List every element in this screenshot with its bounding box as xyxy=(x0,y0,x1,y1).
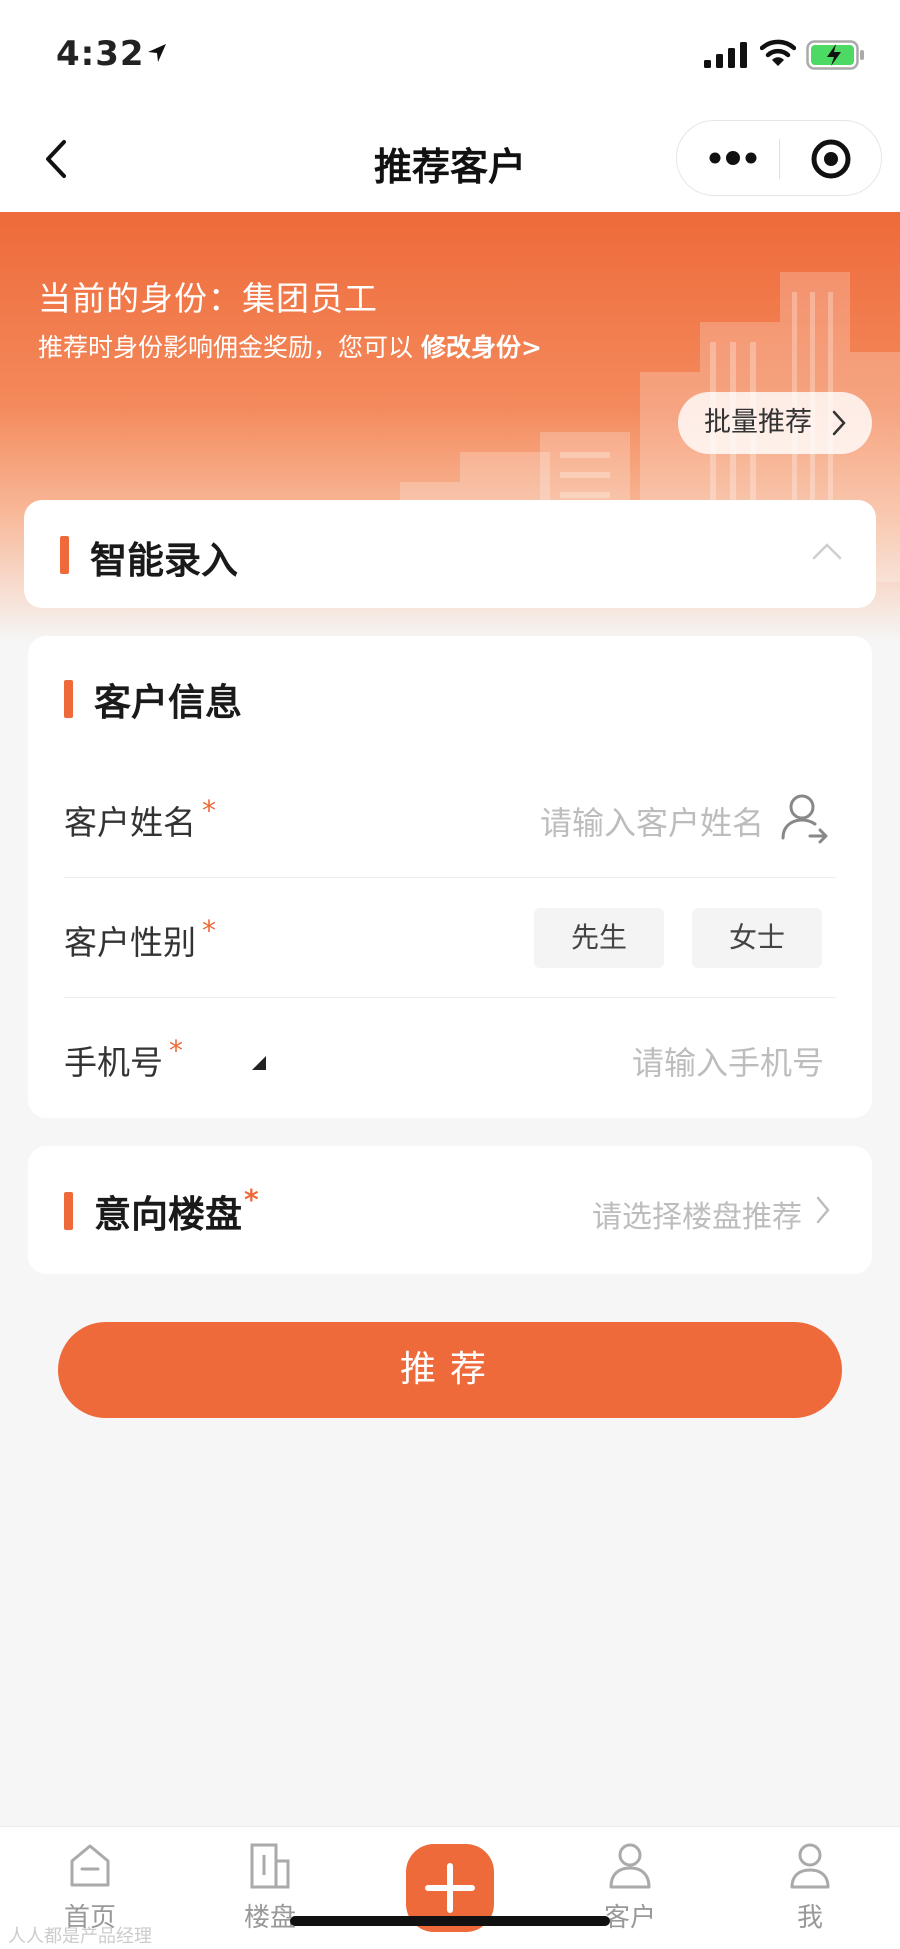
required-mark: * xyxy=(202,914,216,947)
wifi-icon xyxy=(760,39,796,66)
smart-entry-card[interactable]: 智能录入 xyxy=(24,500,876,608)
chevron-right-icon xyxy=(832,410,846,436)
required-mark: * xyxy=(244,1183,259,1216)
status-time: 4:32 xyxy=(56,34,145,74)
page: 4:32 推荐客户 当前的身份：集团员工 推荐时身份影响佣金奖励，您可以 修改身… xyxy=(0,0,900,1949)
customer-info-title: 客户信息 xyxy=(94,681,242,724)
customer-name-label-text: 客户姓名 xyxy=(64,803,196,842)
project-select[interactable]: 请选择楼盘推荐 xyxy=(592,1192,802,1236)
phone-label: 手机号 * xyxy=(64,1034,183,1084)
tab-customers[interactable]: 客户 xyxy=(570,1841,690,1941)
identity-hint-text: 推荐时身份影响佣金奖励，您可以 xyxy=(38,333,414,362)
intended-project-card[interactable]: 意向楼盘* 请选择楼盘推荐 xyxy=(28,1146,872,1274)
recommend-submit-button[interactable]: 推荐 xyxy=(58,1322,842,1418)
location-arrow-icon xyxy=(148,44,166,62)
edit-identity-link[interactable]: 修改身份> xyxy=(421,333,542,362)
batch-recommend-button[interactable]: 批量推荐 xyxy=(678,392,872,454)
gender-option-mr[interactable]: 先生 xyxy=(534,908,664,968)
section-accent-bar xyxy=(60,536,69,574)
tab-me-label: 我 xyxy=(796,1903,823,1933)
tab-me[interactable]: 我 xyxy=(750,1841,870,1941)
contact-picker-icon[interactable] xyxy=(780,792,830,844)
chevron-right-icon xyxy=(816,1196,830,1224)
gender-option-ms[interactable]: 女士 xyxy=(692,908,822,968)
cellular-signal-icon xyxy=(704,42,747,68)
home-indicator xyxy=(290,1916,610,1926)
identity-hint: 推荐时身份影响佣金奖励，您可以 修改身份> xyxy=(38,328,542,364)
profile-icon xyxy=(790,1843,830,1889)
current-identity: 当前的身份：集团员工 xyxy=(38,279,378,318)
customer-gender-row: 客户性别 * 先生 女士 xyxy=(64,878,836,998)
status-bar: 4:32 xyxy=(0,0,900,110)
required-mark: * xyxy=(202,794,216,827)
phone-label-text: 手机号 xyxy=(64,1043,163,1082)
required-mark: * xyxy=(169,1034,183,1067)
nav-bar: 推荐客户 xyxy=(0,110,900,212)
section-accent-bar xyxy=(64,680,73,718)
capsule-divider xyxy=(779,139,780,179)
phone-input[interactable]: 请输入手机号 xyxy=(632,1038,824,1084)
chevron-up-icon[interactable] xyxy=(812,542,842,560)
watermark: 人人都是产品经理 xyxy=(8,1926,152,1947)
intended-project-title: 意向楼盘* xyxy=(94,1183,259,1238)
customer-name-label: 客户姓名 * xyxy=(64,794,216,844)
customer-icon xyxy=(609,1843,651,1889)
more-dots-icon[interactable] xyxy=(707,141,759,175)
tab-properties[interactable]: 楼盘 xyxy=(210,1841,330,1941)
building-icon xyxy=(250,1843,290,1889)
intended-project-title-text: 意向楼盘 xyxy=(94,1193,242,1236)
batch-recommend-label: 批量推荐 xyxy=(704,407,812,438)
customer-gender-label-text: 客户性别 xyxy=(64,923,196,962)
customer-name-input[interactable]: 请输入客户姓名 xyxy=(540,798,764,844)
customer-name-row: 客户姓名 * 请输入客户姓名 xyxy=(64,758,836,878)
close-target-icon[interactable] xyxy=(809,137,853,181)
customer-gender-label: 客户性别 * xyxy=(64,914,216,964)
phone-row: 手机号 * 请输入手机号 xyxy=(64,998,836,1118)
battery-charging-icon xyxy=(806,40,864,70)
mini-program-capsule xyxy=(676,120,882,196)
smart-entry-title: 智能录入 xyxy=(90,539,238,582)
section-accent-bar xyxy=(64,1192,73,1230)
dropdown-triangle-icon[interactable] xyxy=(252,1056,266,1070)
customer-info-card: 客户信息 客户姓名 * 请输入客户姓名 客户性别 * 先生 女士 手机号 * 请… xyxy=(28,636,872,1118)
home-icon xyxy=(70,1844,110,1887)
